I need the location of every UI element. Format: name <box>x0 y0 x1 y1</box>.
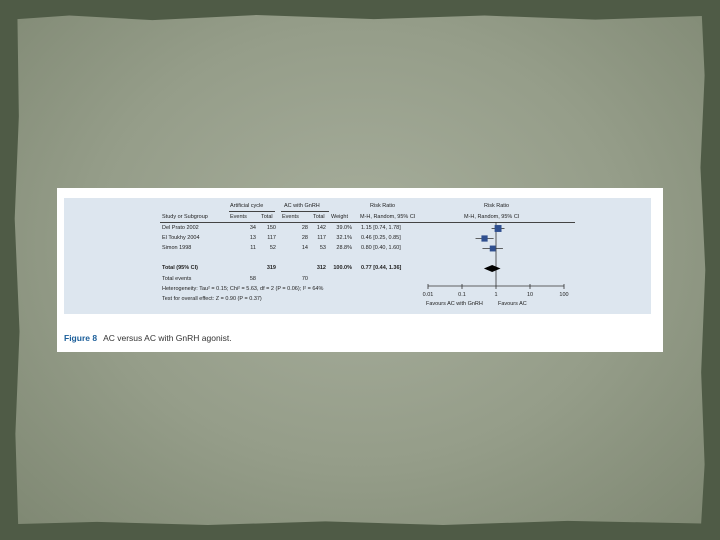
favours-left-label: Favours AC with GnRH <box>426 301 483 307</box>
figure-caption: Figure 8 AC versus AC with GnRH agonist. <box>64 333 232 343</box>
axis-tick-label: 0.1 <box>458 292 466 298</box>
forest-plot-figure: Artificial cycle AC with GnRH Risk Ratio… <box>57 188 663 352</box>
figure-caption-text: AC versus AC with GnRH agonist. <box>103 333 232 343</box>
pooled-diamond <box>483 265 501 272</box>
study-marker <box>489 245 496 252</box>
axis-tick-label: 1 <box>494 292 498 298</box>
study-marker <box>494 225 502 232</box>
axis-tick-label: 100 <box>559 292 569 298</box>
forest-plot-panel: Artificial cycle AC with GnRH Risk Ratio… <box>64 198 651 314</box>
favours-right-label: Favours AC <box>498 301 527 307</box>
figure-caption-label: Figure 8 <box>64 333 98 343</box>
axis-tick-label: 0.01 <box>422 292 434 298</box>
study-marker <box>481 235 488 242</box>
axis-tick-label: 10 <box>526 292 534 298</box>
